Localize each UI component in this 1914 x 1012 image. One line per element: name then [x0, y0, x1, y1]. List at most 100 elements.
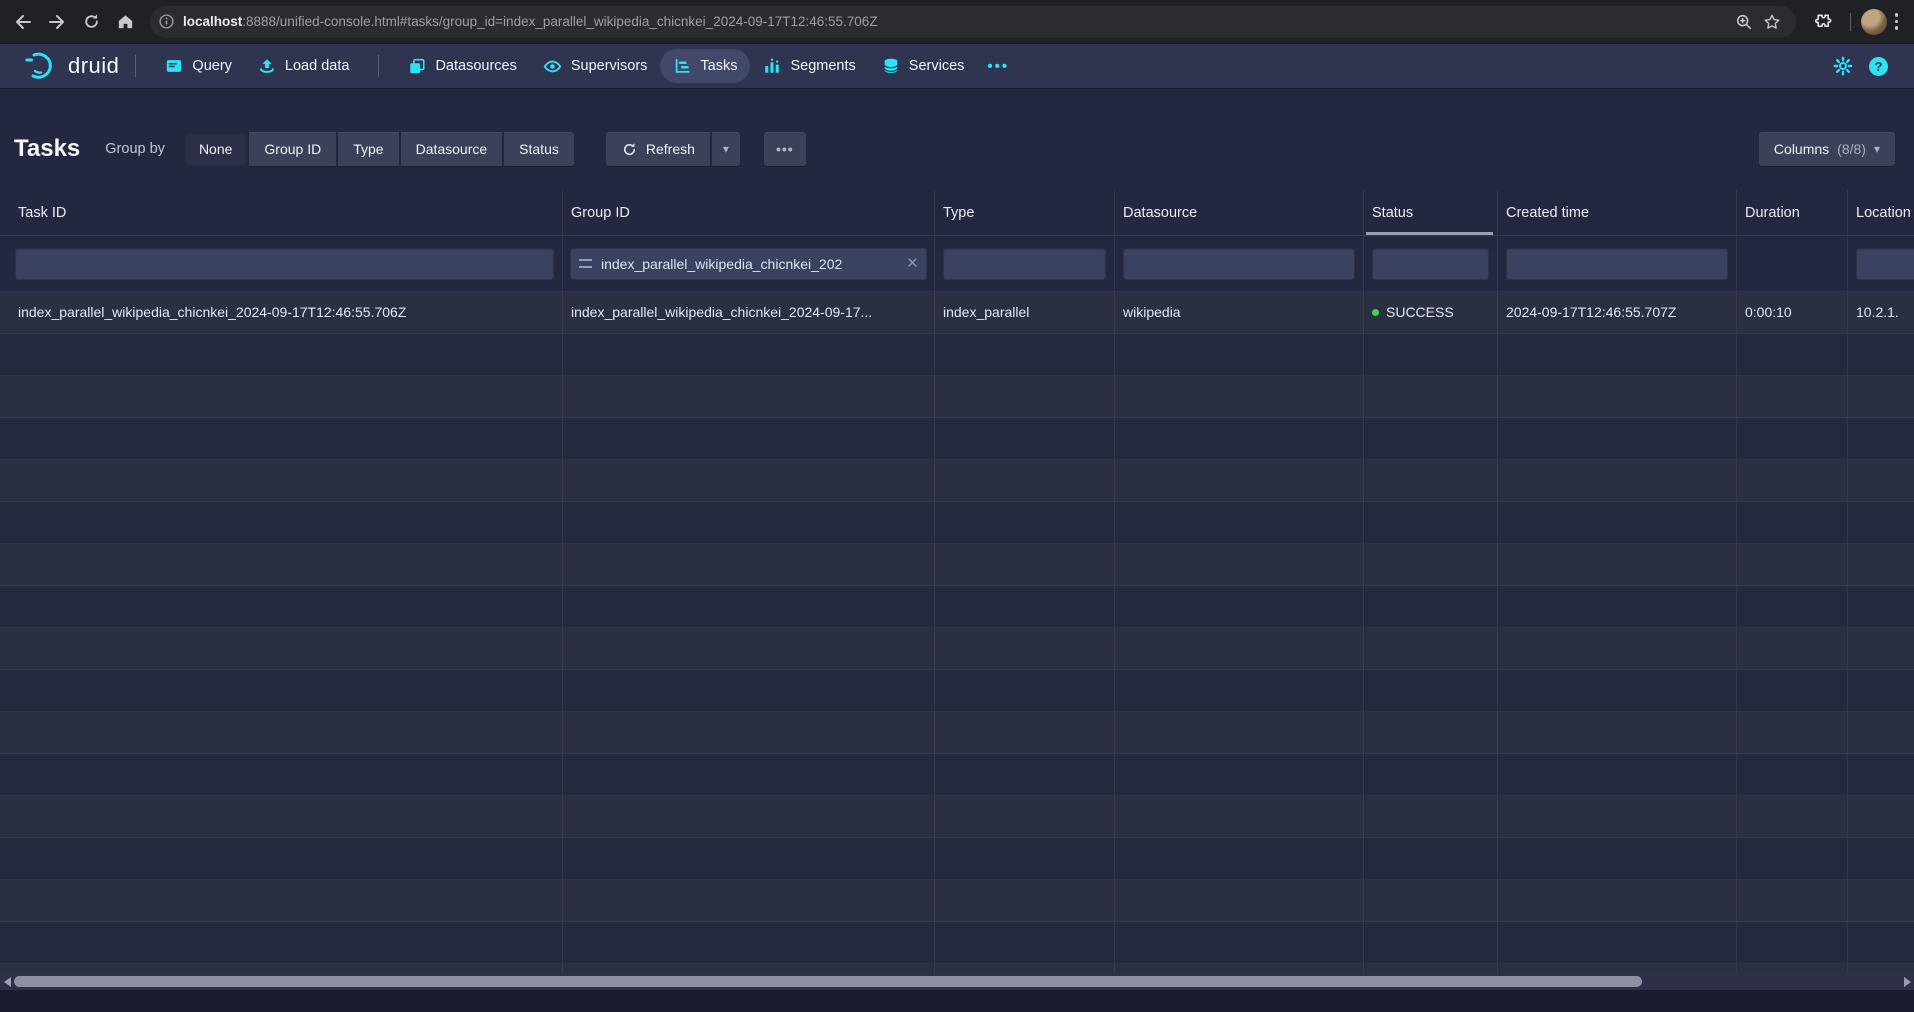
- site-info-icon[interactable]: [158, 13, 175, 30]
- zoom-icon[interactable]: [1730, 8, 1758, 36]
- horizontal-scrollbar: [0, 973, 1914, 990]
- divider: [135, 55, 136, 77]
- extensions-icon[interactable]: [1806, 5, 1840, 39]
- supervisors-icon: [543, 57, 562, 76]
- columns-button[interactable]: Columns (8/8) ▾: [1759, 132, 1895, 166]
- bottom-strip: [0, 990, 1914, 1012]
- sort-indicator: [1366, 232, 1493, 235]
- empty-table-row: [0, 376, 1914, 418]
- nav-item-supervisors[interactable]: Supervisors: [530, 49, 661, 83]
- table-header-row: Task ID Group ID Type Datasource Status …: [0, 190, 1914, 236]
- reload-icon[interactable]: [74, 5, 108, 39]
- duration-cell: 0:00:10: [1737, 292, 1848, 333]
- group-id-filter-chip[interactable]: index_parallel_wikipedia_chicnkei_202 ×: [570, 248, 927, 280]
- equals-icon: [579, 259, 592, 268]
- empty-table-row: [0, 964, 1914, 973]
- druid-logo-text: druid: [68, 53, 119, 79]
- help-icon[interactable]: ?: [1869, 57, 1888, 76]
- scroll-right-arrow[interactable]: [1900, 973, 1914, 990]
- nav-more-button[interactable]: •••: [977, 49, 1019, 83]
- datasources-icon: [408, 57, 426, 75]
- scrollbar-track[interactable]: [14, 973, 1900, 990]
- filter-cell-location: [1848, 236, 1914, 291]
- type-filter-input[interactable]: [943, 248, 1106, 280]
- settings-gear-icon[interactable]: [1833, 56, 1853, 76]
- chrome-menu-icon[interactable]: [1887, 7, 1907, 36]
- chevron-down-icon: ▾: [1874, 142, 1880, 156]
- tasks-table: Task ID Group ID Type Datasource Status …: [0, 190, 1914, 973]
- column-header-status[interactable]: Status: [1364, 190, 1498, 235]
- empty-table-row: [0, 586, 1914, 628]
- remove-filter-icon[interactable]: ×: [907, 254, 918, 273]
- nav-item-datasources[interactable]: Datasources: [395, 49, 529, 83]
- table-body: index_parallel_wikipedia_chicnkei_2024-0…: [0, 292, 1914, 973]
- group-by-datasource-button[interactable]: Datasource: [401, 132, 503, 166]
- location-filter-input[interactable]: [1856, 248, 1914, 280]
- bookmark-star-icon[interactable]: [1758, 8, 1786, 36]
- column-header-type[interactable]: Type: [935, 190, 1115, 235]
- empty-table-row: [0, 796, 1914, 838]
- more-actions-button[interactable]: •••: [764, 132, 806, 166]
- empty-table-row: [0, 502, 1914, 544]
- druid-logo[interactable]: druid: [24, 50, 119, 82]
- load-data-icon: [258, 57, 276, 75]
- home-icon[interactable]: [108, 5, 142, 39]
- empty-table-row: [0, 670, 1914, 712]
- scroll-left-arrow[interactable]: [0, 973, 14, 990]
- divider: [1850, 13, 1851, 31]
- empty-table-row: [0, 838, 1914, 880]
- status-filter-input[interactable]: [1372, 248, 1489, 280]
- refresh-split-button: Refresh ▾: [606, 132, 740, 166]
- nav-item-services[interactable]: Services: [869, 49, 978, 83]
- refresh-interval-caret-button[interactable]: ▾: [712, 132, 740, 166]
- column-header-task-id[interactable]: Task ID: [0, 190, 563, 235]
- url-bar[interactable]: localhost:8888/unified-console.html#task…: [150, 6, 1796, 38]
- page-title: Tasks: [14, 135, 80, 163]
- forward-icon[interactable]: [40, 5, 74, 39]
- nav-item-segments[interactable]: Segments: [750, 49, 868, 83]
- segments-icon: [763, 57, 781, 75]
- nav-item-query[interactable]: Query: [152, 49, 245, 83]
- group-by-status-button[interactable]: Status: [504, 132, 574, 166]
- empty-table-row: [0, 712, 1914, 754]
- druid-logo-icon: [24, 50, 60, 82]
- scrollbar-thumb[interactable]: [14, 976, 1642, 987]
- empty-table-row: [0, 334, 1914, 376]
- status-cell: SUCCESS: [1364, 292, 1498, 333]
- group-by-type-button[interactable]: Type: [338, 132, 398, 166]
- empty-table-row: [0, 880, 1914, 922]
- refresh-icon: [621, 141, 638, 158]
- column-header-datasource[interactable]: Datasource: [1115, 190, 1364, 235]
- type-cell: index_parallel: [935, 292, 1115, 333]
- filter-cell-datasource: [1115, 236, 1364, 291]
- column-header-duration[interactable]: Duration: [1737, 190, 1848, 235]
- filter-cell-created-time: [1498, 236, 1737, 291]
- navbar-right: ?: [1833, 56, 1888, 76]
- table-filter-row: index_parallel_wikipedia_chicnkei_202 ×: [0, 236, 1914, 292]
- refresh-button[interactable]: Refresh: [606, 132, 710, 166]
- task-id-cell[interactable]: index_parallel_wikipedia_chicnkei_2024-0…: [0, 292, 563, 333]
- group-by-group-id-button[interactable]: Group ID: [249, 132, 336, 166]
- nav-item-load-data[interactable]: Load data: [245, 49, 363, 83]
- filter-cell-task-id: [0, 236, 563, 291]
- created-time-filter-input[interactable]: [1506, 248, 1728, 280]
- empty-table-row: [0, 460, 1914, 502]
- chrome-right-controls: [1806, 5, 1907, 39]
- druid-navbar: druid Query Load data Datasources Superv…: [0, 44, 1914, 88]
- column-header-group-id[interactable]: Group ID: [563, 190, 935, 235]
- table-row[interactable]: index_parallel_wikipedia_chicnkei_2024-0…: [0, 292, 1914, 334]
- column-header-created-time[interactable]: Created time: [1498, 190, 1737, 235]
- profile-avatar[interactable]: [1861, 9, 1887, 35]
- task-id-filter-input[interactable]: [15, 248, 554, 280]
- column-header-location[interactable]: Location: [1848, 190, 1914, 235]
- nav-item-tasks[interactable]: Tasks: [660, 49, 750, 83]
- datasource-cell: wikipedia: [1115, 292, 1364, 333]
- group-by-none-button[interactable]: None: [184, 132, 247, 166]
- created-time-cell: 2024-09-17T12:46:55.707Z: [1498, 292, 1737, 333]
- empty-table-row: [0, 628, 1914, 670]
- back-icon[interactable]: [6, 5, 40, 39]
- chevron-down-icon: ▾: [723, 142, 729, 156]
- empty-table-row: [0, 544, 1914, 586]
- datasource-filter-input[interactable]: [1123, 248, 1355, 280]
- services-icon: [882, 57, 900, 75]
